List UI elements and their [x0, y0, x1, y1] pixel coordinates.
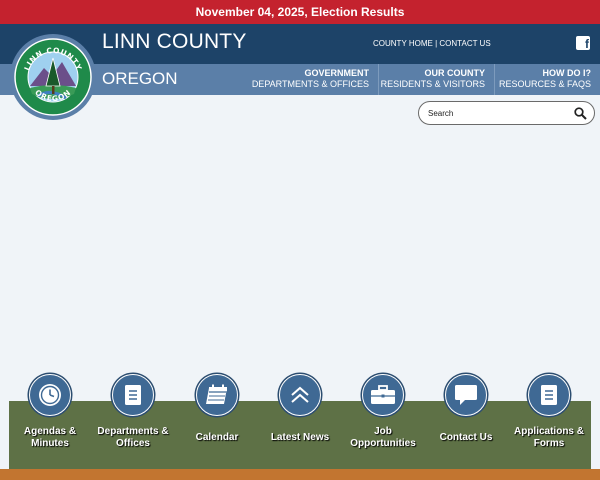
quick-link-label: Agendas & Minutes: [23, 426, 77, 449]
quick-link-label: Job Opportunities: [350, 426, 416, 449]
quick-link-latest-news[interactable]: Latest News: [258, 374, 342, 458]
nav-subtitle: RESOURCES & FAQS: [498, 79, 591, 89]
quick-link-label: Calendar: [195, 432, 239, 443]
footer-strip: [0, 469, 600, 480]
quick-link-label: Applications & Forms: [513, 426, 584, 449]
clock-icon: [29, 374, 71, 416]
quick-link-label: Latest News: [270, 432, 330, 443]
search-box[interactable]: [418, 101, 595, 125]
quick-link-departments[interactable]: Departments & Offices: [91, 374, 175, 458]
county-seal-logo[interactable]: LINN COUNTY OREGON: [10, 34, 96, 120]
quick-link-applications[interactable]: Applications & Forms: [507, 374, 591, 458]
quick-link-agendas[interactable]: Agendas & Minutes: [8, 374, 92, 458]
chevron-up-icon: [279, 374, 321, 416]
site-subtitle[interactable]: OREGON: [102, 69, 178, 89]
alert-text[interactable]: November 04, 2025, Election Results: [196, 5, 405, 19]
briefcase-icon: [362, 374, 404, 416]
document-icon: [112, 374, 154, 416]
quick-link-label: Departments & Offices: [97, 426, 169, 449]
nav-government[interactable]: GOVERNMENT DEPARTMENTS & OFFICES: [250, 64, 378, 95]
nav-title: GOVERNMENT: [304, 68, 369, 78]
quick-link-contact-us[interactable]: Contact Us: [424, 374, 508, 458]
quick-link-jobs[interactable]: Job Opportunities: [341, 374, 425, 458]
calendar-icon: [196, 374, 238, 416]
nav-subtitle: RESIDENTS & VISITORS: [380, 79, 485, 89]
search-input[interactable]: [428, 106, 568, 121]
election-alert-banner[interactable]: November 04, 2025, Election Results: [0, 0, 600, 24]
nav-title: HOW DO I?: [542, 68, 592, 78]
county-seal-icon: LINN COUNTY OREGON: [14, 38, 92, 116]
quick-link-label: Contact Us: [439, 432, 493, 443]
nav-our-county[interactable]: OUR COUNTY RESIDENTS & VISITORS: [378, 64, 494, 95]
utility-links: COUNTY HOME | CONTACT US: [373, 39, 491, 48]
nav-title: OUR COUNTY: [424, 68, 486, 78]
form-icon: [528, 374, 570, 416]
contact-us-link[interactable]: CONTACT US: [439, 39, 490, 48]
facebook-icon[interactable]: f: [576, 36, 590, 50]
speech-bubble-icon: [445, 374, 487, 416]
county-home-link[interactable]: COUNTY HOME: [373, 39, 433, 48]
site-title[interactable]: LINN COUNTY: [102, 30, 247, 54]
link-separator: |: [435, 39, 438, 48]
nav-subtitle: DEPARTMENTS & OFFICES: [251, 79, 369, 89]
search-icon[interactable]: [574, 107, 587, 125]
quick-link-calendar[interactable]: Calendar: [175, 374, 259, 458]
nav-how-do-i[interactable]: HOW DO I? RESOURCES & FAQS: [494, 64, 600, 95]
